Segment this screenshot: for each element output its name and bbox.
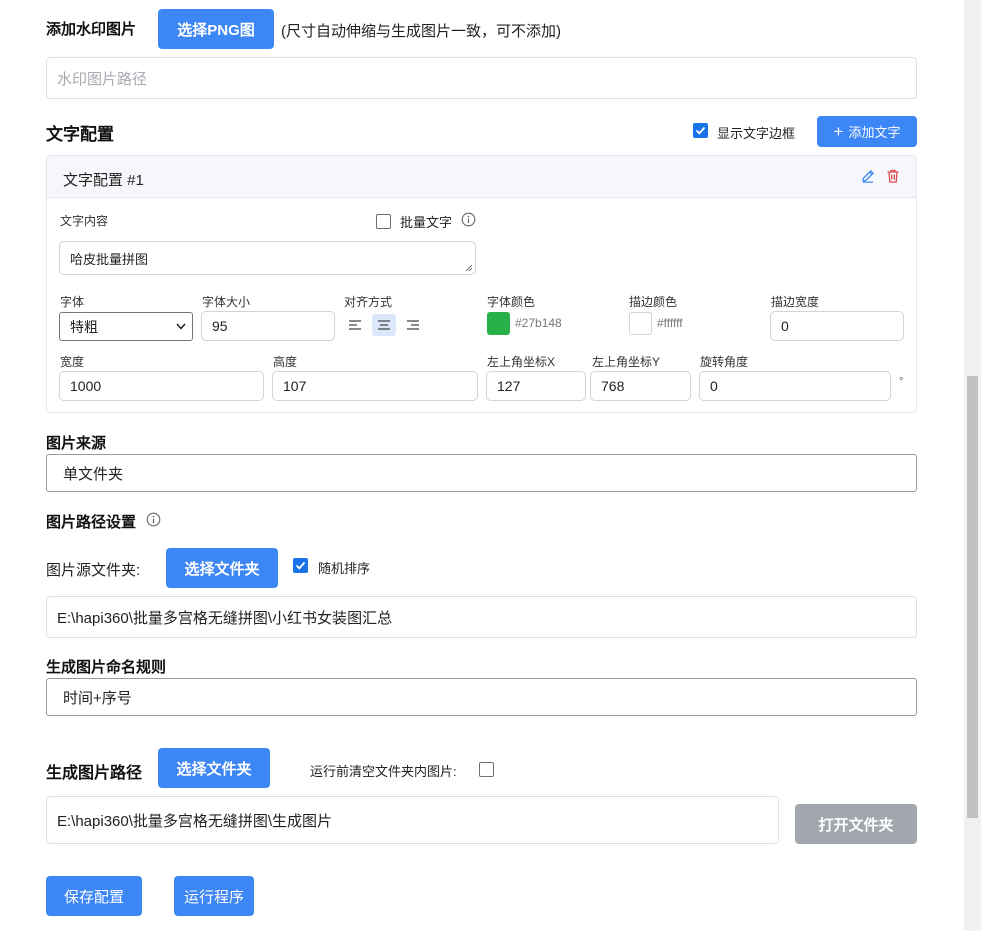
chevron-down-icon: [176, 323, 186, 330]
select-source-folder-button[interactable]: 选择文件夹: [166, 548, 278, 588]
stroke-color-swatch[interactable]: [629, 312, 652, 335]
watermark-path-placeholder: 水印图片路径: [57, 70, 148, 88]
x-label: 左上角坐标X: [487, 355, 556, 369]
check-icon: [295, 561, 306, 570]
watermark-path-input[interactable]: 水印图片路径: [46, 57, 917, 99]
plus-icon: +: [833, 122, 844, 141]
source-select[interactable]: 单文件夹: [46, 454, 917, 492]
font-size-input[interactable]: 95: [201, 311, 335, 341]
y-value: 768: [601, 378, 625, 394]
scrollbar-thumb[interactable]: [967, 376, 978, 818]
height-input[interactable]: 107: [272, 371, 478, 401]
source-folder-value: E:\hapi360\批量多宫格无缝拼图\小红书女装图汇总: [57, 609, 393, 627]
clear-folder-checkbox[interactable]: [479, 762, 494, 777]
resize-handle-icon[interactable]: [465, 264, 473, 272]
width-label: 宽度: [60, 355, 85, 369]
output-path-value: E:\hapi360\批量多宫格无缝拼图\生成图片: [57, 812, 333, 830]
source-label: 图片来源: [46, 435, 107, 452]
font-label: 字体: [60, 295, 85, 309]
font-color-swatch[interactable]: [487, 312, 510, 335]
card-title: 文字配置 #1: [63, 172, 144, 189]
y-input[interactable]: 768: [590, 371, 691, 401]
stroke-color-value: #ffffff: [657, 316, 683, 330]
align-center-icon: [378, 320, 390, 330]
check-icon: [695, 126, 706, 135]
naming-label: 生成图片命名规则: [46, 659, 167, 676]
select-png-button[interactable]: 选择PNG图: [158, 9, 274, 49]
align-left-button[interactable]: [343, 314, 367, 336]
font-select-value: 特粗: [70, 318, 98, 335]
random-order-label: 随机排序: [318, 561, 371, 576]
x-input[interactable]: 127: [486, 371, 586, 401]
width-input[interactable]: 1000: [59, 371, 264, 401]
align-right-icon: [407, 320, 419, 330]
text-config-title: 文字配置: [46, 125, 114, 144]
open-folder-button[interactable]: 打开文件夹: [795, 804, 917, 844]
align-center-button[interactable]: [372, 314, 396, 336]
content-label: 文字内容: [60, 214, 109, 228]
random-order-checkbox[interactable]: [293, 558, 308, 573]
add-text-button[interactable]: + 添加文字: [817, 116, 917, 147]
source-folder-label: 图片源文件夹:: [46, 562, 141, 579]
size-label: 字体大小: [202, 295, 251, 309]
text-content-value: 哈皮批量拼图: [70, 251, 149, 267]
show-border-checkbox[interactable]: [693, 123, 708, 138]
source-folder-input[interactable]: E:\hapi360\批量多宫格无缝拼图\小红书女装图汇总: [46, 596, 917, 638]
run-program-button[interactable]: 运行程序: [174, 876, 254, 916]
watermark-hint: (尺寸自动伸缩与生成图片一致，可不添加): [281, 23, 561, 40]
batch-text-label: 批量文字: [400, 215, 453, 230]
rotate-unit: °: [899, 376, 904, 388]
align-right-button[interactable]: [401, 314, 425, 336]
output-path-input[interactable]: E:\hapi360\批量多宫格无缝拼图\生成图片: [46, 796, 779, 844]
align-label: 对齐方式: [344, 295, 393, 309]
width-value: 1000: [70, 378, 102, 394]
stroke-width-input[interactable]: 0: [770, 311, 904, 341]
color-label: 字体颜色: [487, 295, 536, 309]
clear-folder-label: 运行前清空文件夹内图片:: [310, 764, 457, 779]
show-border-label: 显示文字边框: [717, 126, 796, 141]
height-value: 107: [283, 378, 307, 394]
save-config-button[interactable]: 保存配置: [46, 876, 142, 916]
path-settings-label: 图片路径设置: [46, 514, 137, 531]
rotate-input[interactable]: 0: [699, 371, 891, 401]
watermark-label: 添加水印图片: [46, 21, 137, 38]
output-label: 生成图片路径: [46, 765, 143, 782]
edit-icon[interactable]: [860, 168, 876, 187]
naming-select[interactable]: 时间+序号: [46, 678, 917, 716]
source-value: 单文件夹: [63, 465, 124, 483]
batch-text-checkbox[interactable]: [376, 214, 391, 229]
x-value: 127: [497, 378, 521, 394]
rotate-value: 0: [710, 378, 718, 394]
font-color-value: #27b148: [515, 316, 562, 330]
align-left-icon: [349, 320, 361, 330]
add-text-label: 添加文字: [848, 125, 901, 140]
select-output-folder-button[interactable]: 选择文件夹: [158, 748, 270, 788]
height-label: 高度: [273, 355, 298, 369]
naming-value: 时间+序号: [63, 689, 132, 707]
stroke-color-label: 描边颜色: [629, 295, 678, 309]
stroke-width-value: 0: [781, 318, 789, 334]
path-info-icon[interactable]: [146, 512, 161, 530]
text-content-textarea[interactable]: 哈皮批量拼图: [59, 241, 476, 275]
delete-icon[interactable]: [885, 168, 901, 187]
stroke-width-label: 描边宽度: [771, 295, 820, 309]
card-header: 文字配置 #1: [47, 156, 916, 198]
rotate-label: 旋转角度: [700, 355, 749, 369]
info-icon[interactable]: [461, 212, 476, 230]
y-label: 左上角坐标Y: [592, 355, 661, 369]
font-size-value: 95: [212, 318, 228, 334]
text-config-card: 文字配置 #1 文字内容 批量文字 哈皮批量拼图 字体 字体大小 对齐方式 字体…: [46, 155, 917, 413]
font-select[interactable]: 特粗: [59, 312, 193, 341]
